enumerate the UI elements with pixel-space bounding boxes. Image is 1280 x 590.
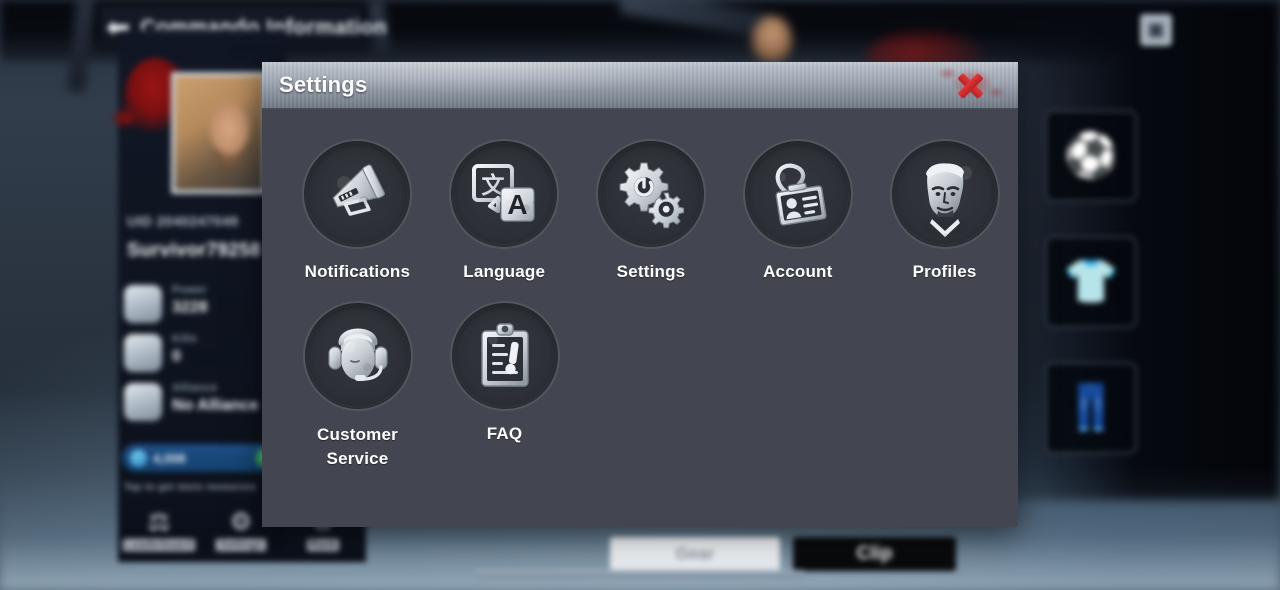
menu-item-label: Language (463, 262, 546, 281)
headset-agent-icon (302, 301, 413, 411)
background-tab-label: Rank (306, 539, 340, 551)
menu-item-label-line1: Customer (317, 425, 398, 444)
gears-icon (595, 139, 706, 249)
settings-modal: Settings Notifications 文 A Language Sett… (262, 62, 1018, 527)
menu-item-notifications[interactable]: Notifications (284, 139, 431, 283)
menu-item-label: FAQ (486, 424, 523, 443)
background-stat-value: 0 (172, 348, 181, 365)
screen-root: ⬅ Commando Information UID 2040247049 Su… (0, 0, 1280, 590)
background-stat-value: No Alliance (172, 397, 259, 414)
gloves-icon (124, 285, 162, 323)
backpack-icon (124, 334, 162, 372)
background-tab-label: Leaderboard (122, 539, 196, 551)
background-stat-value: 3228 (172, 299, 208, 316)
menu-item-faq[interactable]: FAQ (431, 301, 578, 471)
equipment-slot-vest[interactable]: 👕 (1045, 236, 1137, 328)
menu-item-label-line2: Service (326, 449, 389, 468)
pants-slot-icon: 👖 (1063, 383, 1119, 432)
id-badge-icon (742, 139, 853, 249)
background-panel-blood-drop (112, 108, 138, 128)
leaderboard-icon: ⚖ (147, 508, 171, 536)
menu-item-profiles[interactable]: Profiles (871, 139, 1018, 283)
coin-icon (130, 449, 147, 467)
close-button[interactable] (930, 62, 1010, 108)
close-icon (956, 72, 984, 100)
background-stat-label: Kills (172, 333, 198, 345)
translate-icon: 文 A (449, 139, 560, 249)
background-top-right-badge[interactable]: ▣ (1140, 14, 1172, 46)
background-stat-row: Power 3228 (124, 283, 274, 327)
menu-item-account[interactable]: Account (724, 139, 871, 283)
background-credits-bar[interactable]: 4,008 + (122, 444, 284, 472)
background-stat-row: Kills 0 (124, 332, 274, 376)
page-title: Settings (279, 72, 368, 97)
equipment-slot-helmet[interactable]: ⚽ (1045, 110, 1137, 202)
modal-title-bar: Settings (262, 62, 1018, 109)
background-tab-leaderboard[interactable]: ⚖ Leaderboard (118, 509, 200, 553)
clip-button[interactable]: Clip (793, 537, 956, 571)
vest-slot-icon: 👕 (1063, 257, 1119, 306)
background-stat-row: Alliance No Alliance (124, 381, 274, 425)
equipment-slot-pants[interactable]: 👖 (1045, 362, 1137, 454)
gear-button[interactable]: Gear (610, 537, 780, 571)
helmet-slot-icon: ⚽ (1063, 131, 1119, 180)
settings-grid-row: Notifications 文 A Language Settings Acco… (262, 139, 1018, 283)
menu-item-label: Notifications (304, 262, 411, 281)
menu-item-settings[interactable]: Settings (578, 139, 725, 283)
modal-body: Notifications 文 A Language Settings Acco… (262, 109, 1018, 527)
settings-grid-row: Customer Service FAQ (262, 301, 1018, 471)
menu-item-language[interactable]: 文 A Language (431, 139, 578, 283)
menu-item-label: Settings (616, 262, 686, 281)
clipboard-exclamation-icon (449, 301, 560, 411)
background-stat-label: Alliance (172, 382, 218, 394)
background-avatar-frame[interactable] (171, 72, 267, 194)
background-username: Survivor79258 (127, 240, 261, 261)
horizontal-scrollbar[interactable] (474, 570, 806, 578)
menu-item-label: Profiles (912, 262, 977, 281)
menu-item-label: Customer Service (317, 423, 398, 471)
avatar-portrait-icon (889, 139, 1000, 249)
megaphone-icon (302, 139, 413, 249)
background-uid-label: UID 2040247049 (127, 213, 239, 229)
menu-item-customer-service[interactable]: Customer Service (284, 301, 431, 471)
avatar (175, 76, 263, 190)
background-credits-subtext: Tap to get more resources (124, 482, 257, 493)
background-tab-label: Settings (216, 539, 266, 551)
background-stat-label: Power (172, 284, 208, 296)
alliance-icon (124, 383, 162, 421)
menu-item-label: Account (763, 262, 833, 281)
background-credits-value: 4,008 (153, 450, 186, 466)
